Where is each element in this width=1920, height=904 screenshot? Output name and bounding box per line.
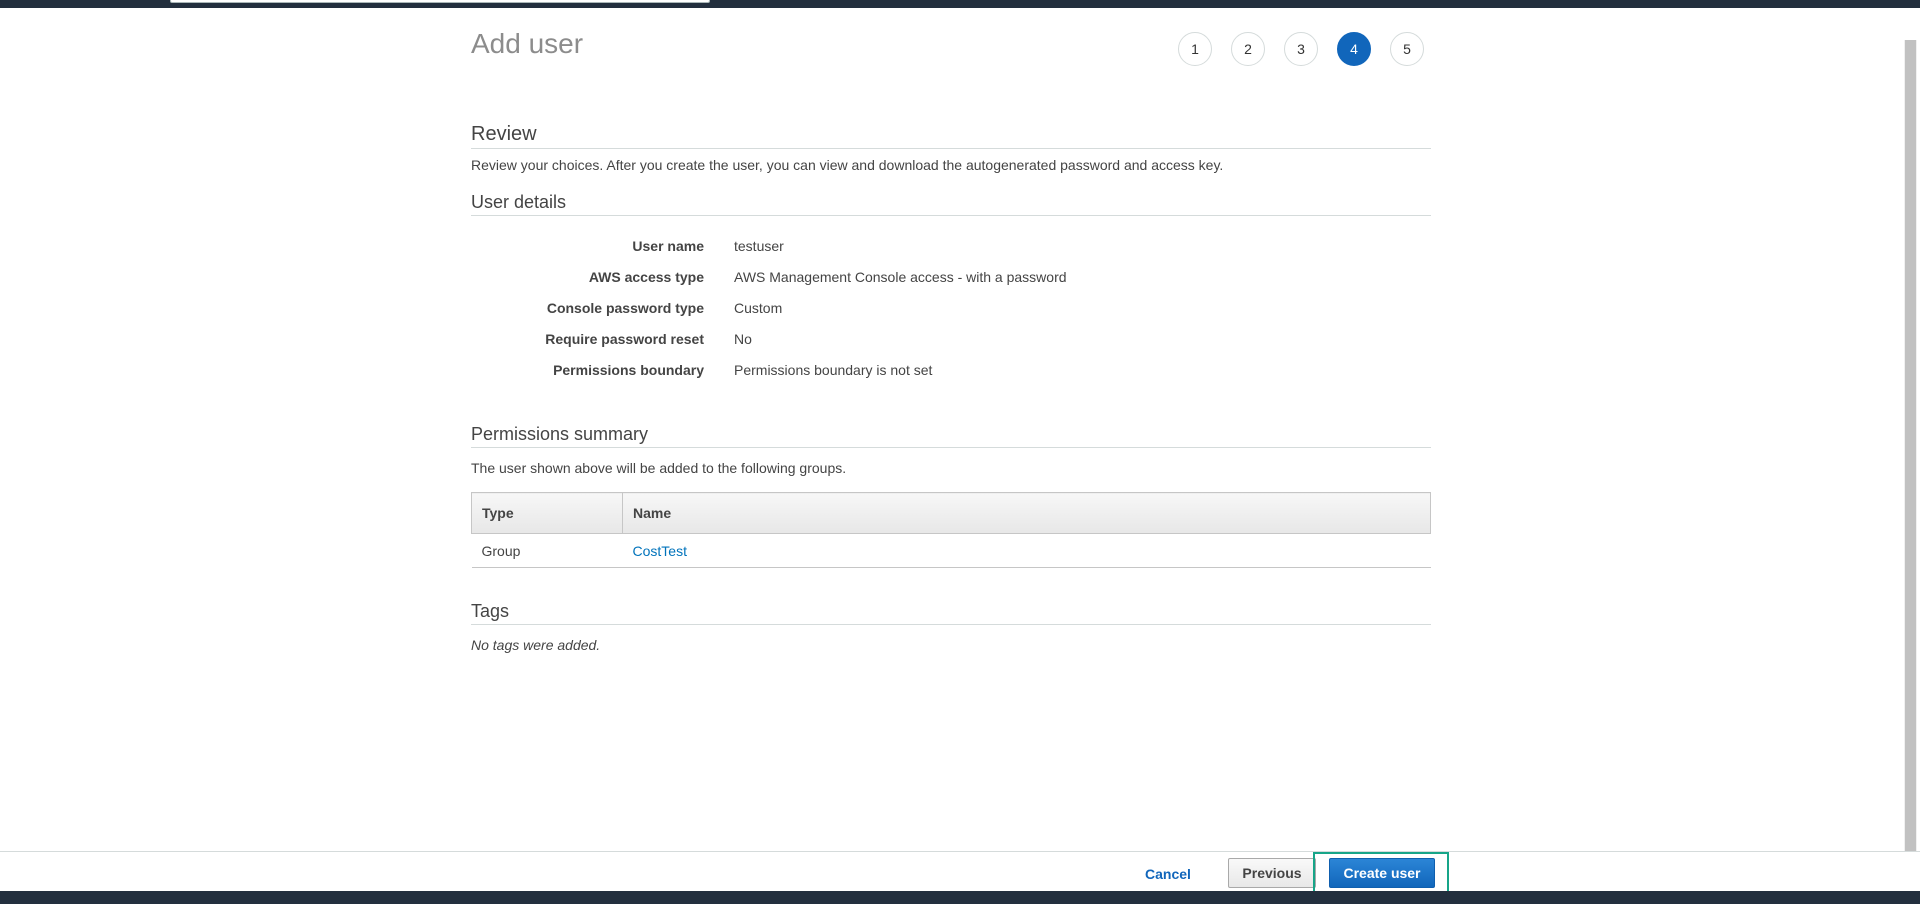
detail-row-user-name: User name testuser <box>471 230 1431 261</box>
detail-value: AWS Management Console access - with a p… <box>734 268 1067 285</box>
detail-row-permissions-boundary: Permissions boundary Permissions boundar… <box>471 354 1431 385</box>
group-link-costtest[interactable]: CostTest <box>633 543 687 559</box>
cell-type: Group <box>471 533 623 568</box>
tags-heading: Tags <box>471 598 1431 625</box>
groups-table: Type Name Group CostTest <box>471 492 1431 568</box>
cell-name: CostTest <box>622 533 1431 568</box>
column-header-name: Name <box>622 492 1431 534</box>
column-header-type: Type <box>471 492 623 534</box>
step-4-current: 4 <box>1337 32 1371 66</box>
scrollbar[interactable] <box>1904 40 1917 852</box>
user-details-list: User name testuser AWS access type AWS M… <box>471 230 1431 385</box>
wizard-steps: 1 2 3 4 5 <box>1178 32 1443 66</box>
detail-row-access-type: AWS access type AWS Management Console a… <box>471 261 1431 292</box>
scrollbar-thumb[interactable] <box>1905 40 1916 852</box>
cancel-button[interactable]: Cancel <box>1145 866 1191 882</box>
detail-row-password-type: Console password type Custom <box>471 292 1431 323</box>
review-heading: Review <box>471 120 1431 149</box>
review-description: Review your choices. After you create th… <box>471 157 1224 173</box>
detail-key: Require password reset <box>545 330 704 347</box>
detail-value: testuser <box>734 237 784 254</box>
main-content: Add user 1 2 3 4 5 Review Review your ch… <box>471 22 1431 653</box>
step-2[interactable]: 2 <box>1231 32 1265 66</box>
step-3[interactable]: 3 <box>1284 32 1318 66</box>
detail-value: No <box>734 330 752 347</box>
permissions-description: The user shown above will be added to th… <box>471 460 847 476</box>
bottom-bar <box>0 891 1920 904</box>
detail-value: Custom <box>734 299 783 316</box>
detail-key: Permissions boundary <box>553 361 704 378</box>
detail-key: AWS access type <box>588 268 704 285</box>
table-header-row: Type Name <box>471 492 1431 534</box>
search-input[interactable] <box>170 0 710 3</box>
user-details-heading: User details <box>471 189 1431 216</box>
detail-key: User name <box>632 237 704 254</box>
detail-key: Console password type <box>546 299 704 316</box>
table-row: Group CostTest <box>471 533 1431 568</box>
step-5: 5 <box>1390 32 1424 66</box>
create-user-button[interactable]: Create user <box>1329 858 1435 888</box>
detail-row-password-reset: Require password reset No <box>471 323 1431 354</box>
wizard-footer: Cancel Previous Create user <box>0 851 1920 893</box>
previous-button[interactable]: Previous <box>1228 858 1316 888</box>
no-tags-text: No tags were added. <box>471 637 601 653</box>
permissions-summary-heading: Permissions summary <box>471 421 1431 448</box>
top-nav-bar <box>0 0 1920 8</box>
step-1[interactable]: 1 <box>1178 32 1212 66</box>
detail-value: Permissions boundary is not set <box>734 361 933 378</box>
